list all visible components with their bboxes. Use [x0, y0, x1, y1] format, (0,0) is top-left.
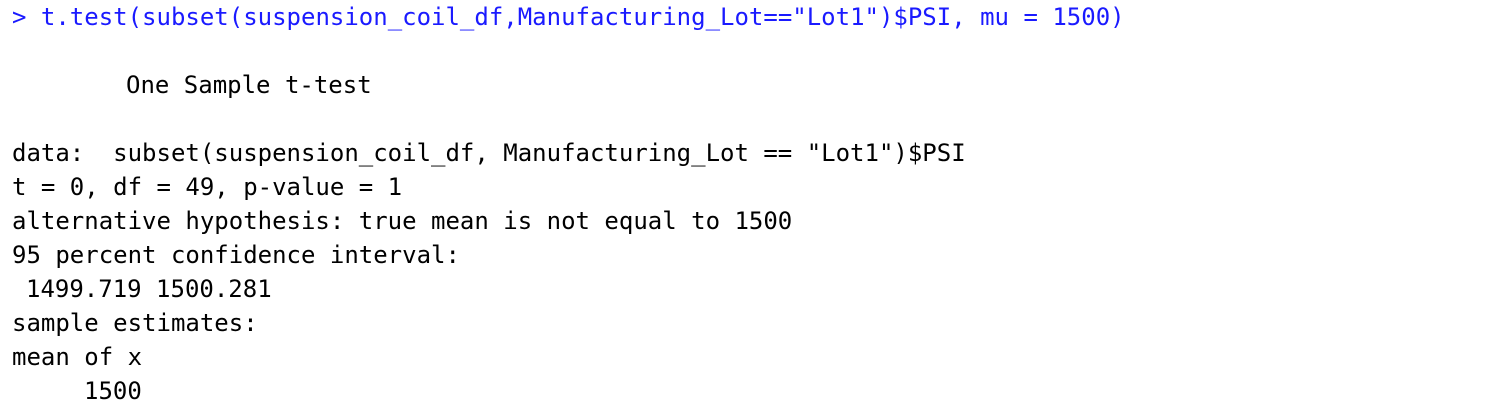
stats-line: t = 0, df = 49, p-value = 1 — [12, 173, 403, 201]
estimate-value: 1500 — [84, 377, 142, 405]
estimate-name: mean of x — [12, 343, 143, 371]
command-text: t.test(subset(suspension_coil_df,Manufac… — [40, 3, 1125, 31]
command-line: > t.test(subset(suspension_coil_df,Manuf… — [12, 0, 1492, 34]
r-console[interactable]: > t.test(subset(suspension_coil_df,Manuf… — [0, 0, 1492, 420]
confidence-interval-values: 1499.719 1500.281 — [26, 275, 272, 303]
console-prompt: > — [12, 3, 41, 31]
confidence-interval-label: 95 percent confidence interval: — [12, 241, 460, 269]
alternative-hypothesis-line: alternative hypothesis: true mean is not… — [12, 207, 793, 235]
test-title: One Sample t-test — [126, 71, 372, 99]
sample-estimates-label: sample estimates: — [12, 309, 258, 337]
data-line: data: subset(suspension_coil_df, Manufac… — [12, 139, 966, 167]
